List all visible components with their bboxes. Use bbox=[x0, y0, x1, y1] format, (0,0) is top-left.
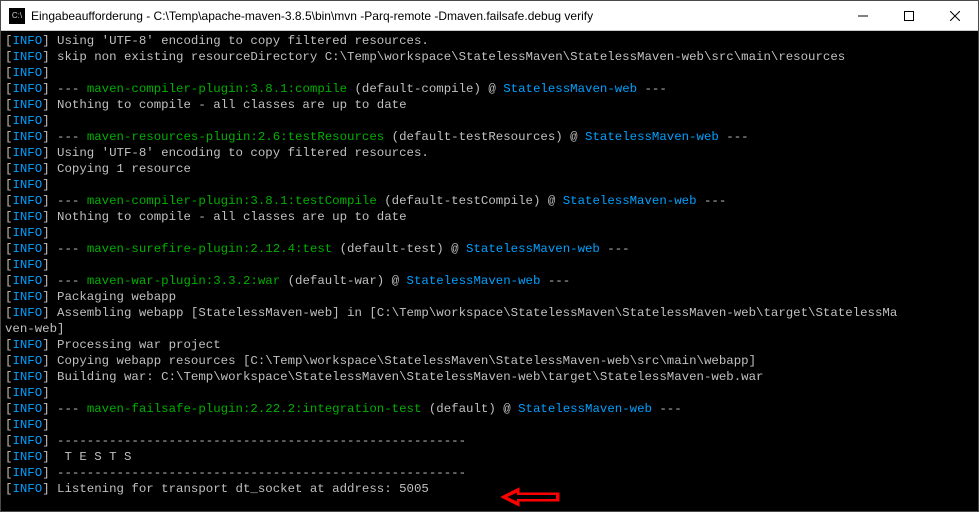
log-line: [INFO] bbox=[5, 225, 974, 241]
window-title: Eingabeaufforderung - C:\Temp\apache-mav… bbox=[31, 9, 840, 23]
log-line: [INFO] --- maven-resources-plugin:2.6:te… bbox=[5, 129, 974, 145]
annotation-arrow-icon bbox=[501, 486, 561, 508]
log-line: ven-web] bbox=[5, 321, 974, 337]
log-line: [INFO] --- maven-surefire-plugin:2.12.4:… bbox=[5, 241, 974, 257]
log-line: [INFO] Processing war project bbox=[5, 337, 974, 353]
log-line: [INFO] bbox=[5, 177, 974, 193]
log-line: [INFO] --- maven-war-plugin:3.3.2:war (d… bbox=[5, 273, 974, 289]
log-line: [INFO] bbox=[5, 65, 974, 81]
minimize-button[interactable] bbox=[840, 1, 886, 30]
log-line: [INFO] Nothing to compile - all classes … bbox=[5, 97, 974, 113]
log-line: [INFO] --- maven-compiler-plugin:3.8.1:t… bbox=[5, 193, 974, 209]
maximize-button[interactable] bbox=[886, 1, 932, 30]
log-line: [INFO] ---------------------------------… bbox=[5, 433, 974, 449]
log-line: [INFO] --- maven-failsafe-plugin:2.22.2:… bbox=[5, 401, 974, 417]
log-line: [INFO] Packaging webapp bbox=[5, 289, 974, 305]
log-line: [INFO] Using 'UTF-8' encoding to copy fi… bbox=[5, 33, 974, 49]
window-controls bbox=[840, 1, 978, 30]
log-line: [INFO] ---------------------------------… bbox=[5, 465, 974, 481]
log-line: [INFO] Listening for transport dt_socket… bbox=[5, 481, 974, 497]
log-line: [INFO] bbox=[5, 385, 974, 401]
log-line: [INFO] skip non existing resourceDirecto… bbox=[5, 49, 974, 65]
close-button[interactable] bbox=[932, 1, 978, 30]
log-line: [INFO] T E S T S bbox=[5, 449, 974, 465]
log-line: [INFO] Nothing to compile - all classes … bbox=[5, 209, 974, 225]
terminal-output[interactable]: [INFO] Using 'UTF-8' encoding to copy fi… bbox=[1, 31, 978, 511]
log-line: [INFO] Assembling webapp [StatelessMaven… bbox=[5, 305, 974, 321]
log-line: [INFO] bbox=[5, 417, 974, 433]
log-line: [INFO] bbox=[5, 257, 974, 273]
titlebar[interactable]: C:\ Eingabeaufforderung - C:\Temp\apache… bbox=[1, 1, 978, 31]
log-line: [INFO] Copying 1 resource bbox=[5, 161, 974, 177]
cmd-window: C:\ Eingabeaufforderung - C:\Temp\apache… bbox=[0, 0, 979, 512]
log-line: [INFO] bbox=[5, 113, 974, 129]
log-line: [INFO] Copying webapp resources [C:\Temp… bbox=[5, 353, 974, 369]
log-line: [INFO] Building war: C:\Temp\workspace\S… bbox=[5, 369, 974, 385]
log-line: [INFO] --- maven-compiler-plugin:3.8.1:c… bbox=[5, 81, 974, 97]
cmd-icon: C:\ bbox=[9, 8, 25, 24]
log-line: [INFO] Using 'UTF-8' encoding to copy fi… bbox=[5, 145, 974, 161]
